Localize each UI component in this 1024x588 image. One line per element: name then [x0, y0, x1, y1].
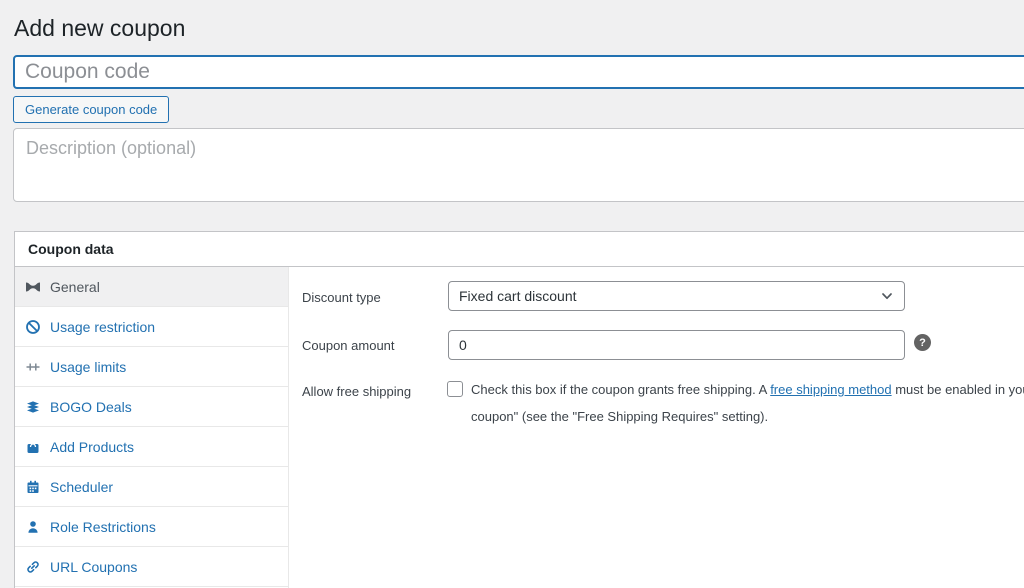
- coupon-code-input[interactable]: [13, 55, 1024, 89]
- layers-icon: [25, 399, 41, 415]
- discount-type-label: Discount type: [302, 290, 381, 305]
- tab-label: Usage limits: [50, 359, 126, 375]
- add-coupon-page: Add new coupon Generate coupon code Coup…: [0, 0, 1024, 588]
- free-shipping-method-link[interactable]: free shipping method: [770, 382, 891, 397]
- tab-label: URL Coupons: [50, 559, 137, 575]
- page-title: Add new coupon: [14, 14, 185, 43]
- ticket-icon: [25, 279, 41, 295]
- discount-type-value: Fixed cart discount: [459, 288, 577, 304]
- bag-icon: [25, 439, 41, 455]
- chevron-down-icon: [880, 289, 894, 303]
- tab-url-coupons[interactable]: URL Coupons: [15, 547, 288, 587]
- tab-scheduler[interactable]: Scheduler: [15, 467, 288, 507]
- free-shipping-label: Allow free shipping: [302, 384, 411, 399]
- free-shipping-description-line1: Check this box if the coupon grants free…: [471, 382, 1024, 398]
- tab-label: Role Restrictions: [50, 519, 156, 535]
- calendar-icon: [25, 479, 41, 495]
- discount-type-select[interactable]: Fixed cart discount: [448, 281, 905, 311]
- free-shipping-text-before: Check this box if the coupon grants free…: [471, 382, 770, 397]
- user-icon: [25, 519, 41, 535]
- link-icon: [25, 559, 41, 575]
- tab-label: Add Products: [50, 439, 134, 455]
- tab-label: Usage restriction: [50, 319, 155, 335]
- free-shipping-checkbox[interactable]: [447, 381, 463, 397]
- coupon-data-header: Coupon data: [15, 232, 1024, 267]
- general-panel: Discount type Fixed cart discount Coupon…: [289, 267, 1024, 588]
- free-shipping-description-line2: coupon" (see the "Free Shipping Requires…: [471, 409, 768, 425]
- help-icon[interactable]: ?: [914, 334, 931, 351]
- usage-limits-icon: [25, 359, 41, 375]
- tab-role-restrictions[interactable]: Role Restrictions: [15, 507, 288, 547]
- coupon-data-tabs: General Usage restriction: [15, 267, 289, 588]
- coupon-data-title: Coupon data: [28, 241, 114, 257]
- coupon-data-metabox: Coupon data General: [14, 231, 1024, 588]
- free-shipping-text-after: must be enabled in your shipping zone an…: [892, 382, 1024, 397]
- generate-coupon-code-button[interactable]: Generate coupon code: [13, 96, 169, 123]
- tab-general[interactable]: General: [15, 267, 288, 307]
- description-textarea[interactable]: [13, 128, 1024, 202]
- tab-usage-limits[interactable]: Usage limits: [15, 347, 288, 387]
- no-entry-icon: [25, 319, 41, 335]
- tab-label: Scheduler: [50, 479, 113, 495]
- tab-label: BOGO Deals: [50, 399, 132, 415]
- tab-usage-restriction[interactable]: Usage restriction: [15, 307, 288, 347]
- tab-bogo-deals[interactable]: BOGO Deals: [15, 387, 288, 427]
- tab-label: General: [50, 279, 100, 295]
- coupon-amount-label: Coupon amount: [302, 338, 395, 353]
- coupon-amount-input[interactable]: [448, 330, 905, 360]
- tab-add-products[interactable]: Add Products: [15, 427, 288, 467]
